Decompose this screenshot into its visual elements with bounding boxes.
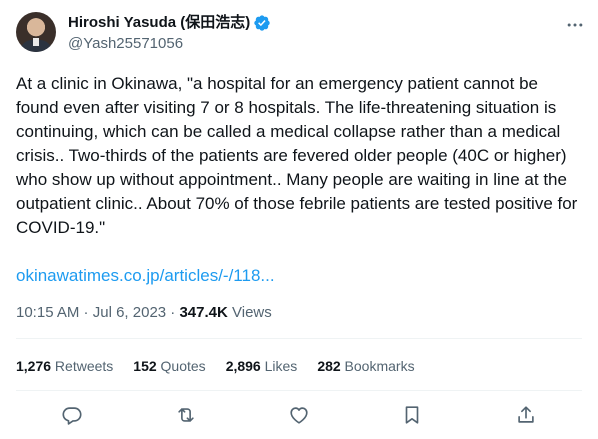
action-bar (0, 403, 598, 427)
divider (16, 338, 582, 339)
author-name-row: Hiroshi Yasuda (保田浩志) (68, 14, 271, 32)
reply-icon[interactable] (60, 403, 84, 427)
engagement-stats: 1,276 Retweets 152 Quotes 2,896 Likes 28… (16, 357, 435, 375)
stat-quotes-label: Quotes (156, 358, 206, 374)
author-handle[interactable]: @Yash25571056 (68, 35, 183, 53)
stat-retweets-count: 1,276 (16, 358, 52, 374)
avatar[interactable] (16, 12, 56, 52)
stat-likes-label: Likes (260, 358, 298, 374)
tweet-time[interactable]: 10:15 AM (16, 304, 79, 322)
meta-separator: · (79, 304, 93, 321)
stat-likes[interactable]: 2,896 Likes (226, 357, 298, 375)
stat-bookmarks-count: 282 (317, 358, 341, 374)
bookmark-icon[interactable] (400, 403, 424, 427)
tweet-card: Hiroshi Yasuda (保田浩志) @Yash25571056 At a… (0, 0, 598, 439)
tweet-date[interactable]: Jul 6, 2023 (93, 304, 166, 322)
tweet-meta: 10:15 AM · Jul 6, 2023 · 347.4K Views (16, 304, 272, 322)
stat-bookmarks-label: Bookmarks (340, 358, 415, 374)
views-label: Views (227, 304, 272, 321)
avatar-collar (33, 38, 39, 46)
share-icon[interactable] (514, 403, 538, 427)
retweet-icon[interactable] (174, 403, 198, 427)
more-dots-icon[interactable] (564, 14, 586, 36)
tweet-text: At a clinic in Okinawa, "a hospital for … (16, 74, 578, 237)
meta-separator: · (166, 304, 180, 321)
stat-quotes-count: 152 (133, 358, 157, 374)
verified-badge-icon[interactable] (253, 14, 271, 32)
stat-retweets-label: Retweets (51, 358, 114, 374)
stat-likes-count: 2,896 (225, 358, 261, 374)
stat-bookmarks[interactable]: 282 Bookmarks (317, 357, 414, 375)
views-count: 347.4K (179, 304, 228, 321)
stat-retweets[interactable]: 1,276 Retweets (16, 357, 113, 375)
like-icon[interactable] (287, 403, 311, 427)
article-link[interactable]: okinawatimes.co.jp/articles/-/118... (16, 264, 275, 288)
divider (16, 390, 582, 391)
stat-quotes[interactable]: 152 Quotes (133, 357, 205, 375)
author-display-name[interactable]: Hiroshi Yasuda (保田浩志) (68, 14, 250, 32)
